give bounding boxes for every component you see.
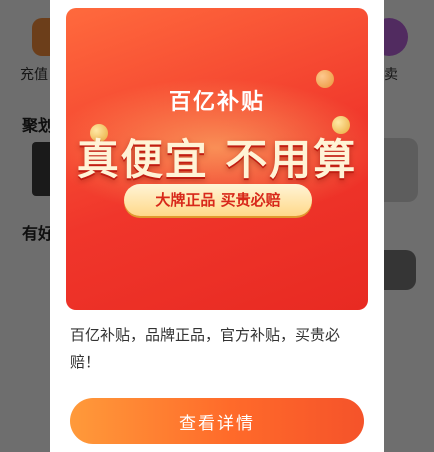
banner-guarantee-pill: 大牌正品 买贵必赔: [124, 184, 312, 216]
promo-dialog: 百亿补贴 真便宜 不用算 大牌正品 买贵必赔 百亿补贴，品牌正品，官方补贴，买贵…: [50, 0, 384, 452]
banner-brand-title: 百亿补贴: [168, 90, 265, 115]
promo-description: 百亿补贴，品牌正品，官方补贴，买贵必赔！: [70, 326, 341, 371]
view-details-button[interactable]: 查看详情: [70, 398, 364, 444]
banner-headline: 真便宜 不用算: [76, 135, 358, 184]
promo-banner-image[interactable]: 百亿补贴 真便宜 不用算 大牌正品 买贵必赔: [66, 8, 368, 310]
